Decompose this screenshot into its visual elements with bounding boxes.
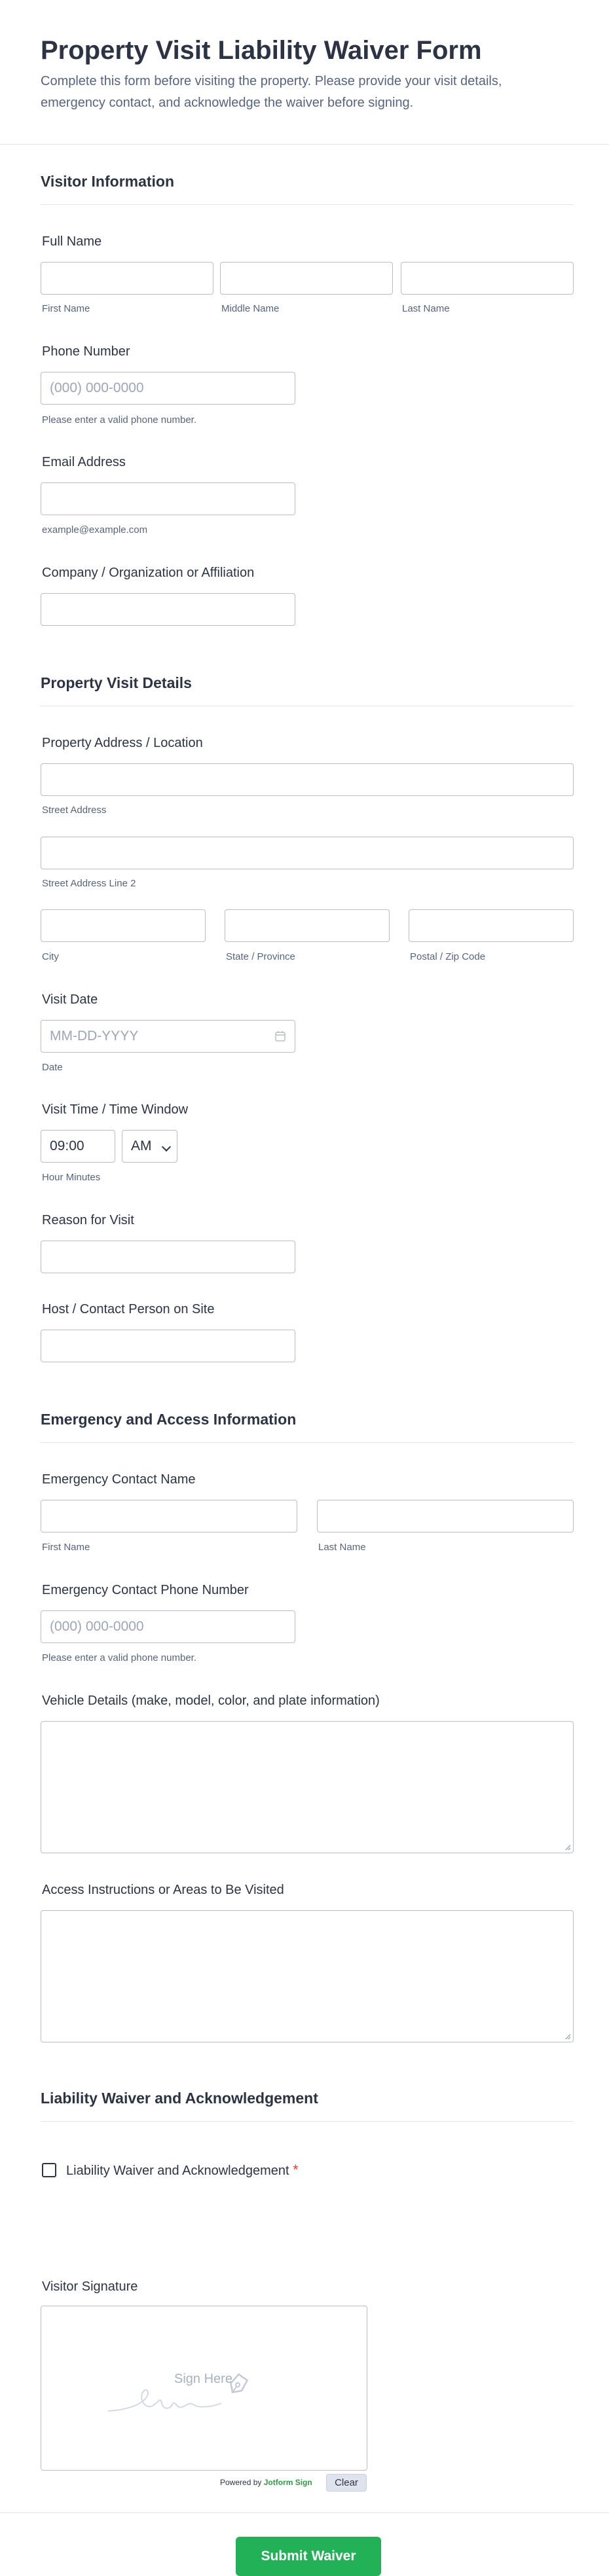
phone-input[interactable]: (000) 000-0000	[41, 372, 295, 405]
reason-input[interactable]	[41, 1241, 295, 1273]
address-label: Property Address / Location	[42, 736, 203, 750]
section-divider	[41, 1442, 574, 1443]
visit-time-hint: Hour Minutes	[42, 1172, 101, 1183]
waiver-label-text: Liability Waiver and Acknowledgement	[66, 2164, 289, 2178]
visit-date-input[interactable]: MM-DD-YYYY	[41, 1020, 295, 1053]
company-label: Company / Organization or Affiliation	[42, 566, 255, 580]
section-title-visitor: Visitor Information	[41, 173, 175, 190]
zip-sublabel: Postal / Zip Code	[410, 951, 486, 962]
visit-time-label: Visit Time / Time Window	[42, 1102, 189, 1117]
last-name-sublabel: Last Name	[402, 303, 450, 314]
first-name-sublabel: First Name	[42, 303, 90, 314]
section-title-property: Property Visit Details	[41, 674, 192, 691]
access-textarea[interactable]	[41, 1910, 574, 2042]
access-label: Access Instructions or Areas to Be Visit…	[42, 1883, 284, 1897]
middle-name-sublabel: Middle Name	[221, 303, 280, 314]
emergency-first-name-sublabel: First Name	[42, 1542, 90, 1553]
jotform-sign-brand[interactable]: Jotform Sign	[264, 2478, 312, 2487]
powered-by: Powered by Jotform Sign	[220, 2478, 312, 2487]
emergency-phone-label: Emergency Contact Phone Number	[42, 1583, 249, 1597]
host-input[interactable]	[41, 1330, 295, 1362]
required-mark: *	[293, 2162, 299, 2178]
phone-label: Phone Number	[42, 344, 130, 359]
state-input[interactable]	[225, 909, 390, 942]
company-input[interactable]	[41, 593, 295, 626]
calendar-icon[interactable]	[275, 1030, 286, 1042]
emergency-phone-input[interactable]: (000) 000-0000	[41, 1610, 295, 1643]
emergency-phone-hint: Please enter a valid phone number.	[42, 1652, 196, 1663]
submit-button[interactable]: Submit Waiver	[236, 2537, 381, 2576]
email-input[interactable]	[41, 482, 295, 515]
section-divider	[41, 204, 574, 205]
vehicle-label: Vehicle Details (make, model, color, and…	[42, 1694, 380, 1708]
emergency-first-name-input[interactable]	[41, 1500, 297, 1533]
host-label: Host / Contact Person on Site	[42, 1302, 215, 1316]
reason-label: Reason for Visit	[42, 1213, 134, 1227]
street-address-input[interactable]	[41, 763, 574, 796]
emergency-name-label: Emergency Contact Name	[42, 1472, 196, 1487]
first-name-input[interactable]	[41, 262, 213, 295]
page-subtitle: Complete this form before visiting the p…	[41, 74, 502, 110]
street-address-sublabel: Street Address	[42, 805, 107, 816]
ampm-value: AM	[131, 1138, 152, 1153]
visit-date-hint: Date	[42, 1062, 63, 1073]
waiver-checkbox-label[interactable]: Liability Waiver and Acknowledgement *	[66, 2162, 299, 2179]
visit-date-label: Visit Date	[42, 992, 98, 1007]
zip-input[interactable]	[409, 909, 574, 942]
middle-name-input[interactable]	[220, 262, 393, 295]
section-divider	[41, 2121, 574, 2122]
clear-signature-button[interactable]: Clear	[326, 2474, 367, 2492]
resize-handle[interactable]	[565, 2034, 570, 2039]
phone-hint: Please enter a valid phone number.	[42, 414, 196, 426]
visit-date-placeholder: MM-DD-YYYY	[50, 1028, 139, 1043]
email-hint: example@example.com	[42, 524, 148, 535]
signature-label: Visitor Signature	[42, 2279, 138, 2294]
full-name-label: Full Name	[42, 234, 102, 249]
street-address-2-sublabel: Street Address Line 2	[42, 878, 136, 889]
chevron-down-icon	[161, 1142, 172, 1152]
section-title-emergency: Emergency and Access Information	[41, 1411, 297, 1428]
powered-by-text: Powered by	[220, 2478, 262, 2487]
email-label: Email Address	[42, 455, 126, 469]
page-title: Property Visit Liability Waiver Form	[41, 36, 482, 65]
last-name-input[interactable]	[401, 262, 574, 295]
waiver-checkbox[interactable]	[42, 2163, 56, 2177]
ampm-select[interactable]: AM	[122, 1130, 177, 1163]
state-sublabel: State / Province	[226, 951, 295, 962]
signature-scribble-icon	[107, 2373, 249, 2412]
signature-pad[interactable]: Sign Here	[41, 2306, 367, 2471]
resize-handle[interactable]	[565, 1845, 570, 1850]
emergency-last-name-sublabel: Last Name	[318, 1542, 366, 1553]
city-sublabel: City	[42, 951, 59, 962]
vehicle-textarea[interactable]	[41, 1721, 574, 1853]
street-address-2-input[interactable]	[41, 837, 574, 869]
form-header: Property Visit Liability Waiver Form Com…	[0, 0, 609, 145]
section-title-waiver: Liability Waiver and Acknowledgement	[41, 2090, 318, 2107]
form-page: Property Visit Liability Waiver Form Com…	[0, 0, 609, 2576]
emergency-last-name-input[interactable]	[317, 1500, 574, 1533]
city-input[interactable]	[41, 909, 206, 942]
visit-time-input[interactable]: 09:00	[41, 1130, 115, 1163]
